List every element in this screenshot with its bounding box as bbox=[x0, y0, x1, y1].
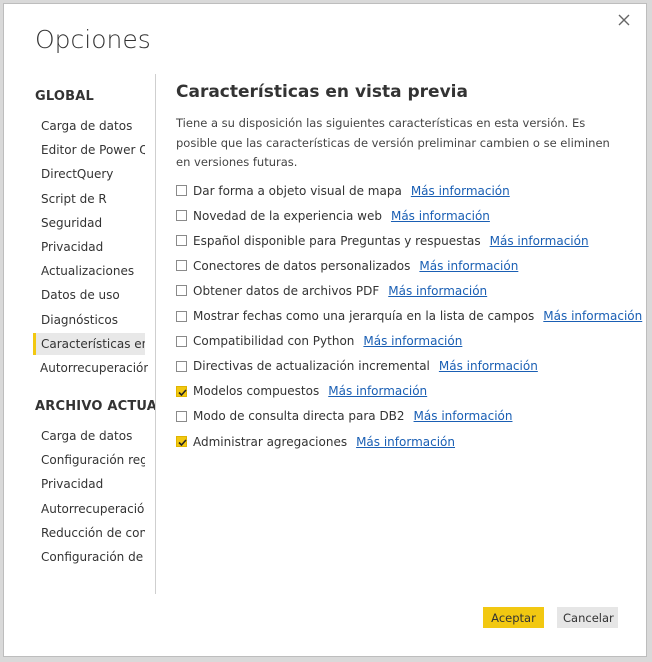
checkbox[interactable] bbox=[176, 210, 187, 222]
sidebar-item-global[interactable]: Script de R bbox=[33, 188, 145, 210]
feature-option: Modelos compuestos Más información bbox=[176, 382, 427, 400]
sidebar-item-current-file[interactable]: Reducción de consultas bbox=[33, 522, 145, 544]
feature-label: Modelos compuestos bbox=[193, 384, 320, 399]
more-info-link[interactable]: Más información bbox=[356, 435, 455, 449]
sidebar-item-global[interactable]: Carga de datos bbox=[33, 115, 145, 137]
feature-option: Obtener datos de archivos PDF Más informa… bbox=[176, 282, 487, 300]
feature-label: Dar forma a objeto visual de mapa bbox=[193, 183, 402, 198]
feature-option: Mostrar fechas como una jerarquía en la … bbox=[176, 307, 642, 325]
checkbox[interactable] bbox=[176, 185, 187, 196]
feature-option: Dar forma a objeto visual de mapa Más inf… bbox=[176, 182, 510, 200]
checkbox-checked[interactable] bbox=[176, 385, 187, 397]
sidebar-item-current-file[interactable]: Autorrecuperación bbox=[33, 498, 145, 520]
feature-option: Directivas de actualización incremental M… bbox=[176, 357, 538, 375]
more-info-link[interactable]: Más información bbox=[543, 309, 642, 323]
more-info-link[interactable]: Más información bbox=[411, 184, 510, 198]
sidebar-item-global[interactable]: Editor de Power Query bbox=[33, 139, 145, 161]
cancel-button[interactable]: Cancelar bbox=[557, 607, 618, 628]
sidebar-item-current-file[interactable]: Carga de datos bbox=[33, 425, 145, 447]
sidebar: GLOBAL Carga de datosEditor de Power Que… bbox=[4, 74, 156, 594]
more-info-link[interactable]: Más información bbox=[388, 284, 487, 298]
sidebar-item-current-file[interactable]: Privacidad bbox=[33, 473, 145, 495]
sidebar-item-global[interactable]: Diagnósticos bbox=[33, 309, 145, 331]
sidebar-item-current-file[interactable]: Configuración regional bbox=[33, 449, 145, 471]
sidebar-item-global[interactable]: DirectQuery bbox=[33, 163, 145, 185]
checkbox-checked[interactable] bbox=[176, 436, 187, 447]
sidebar-item-global[interactable]: Autorrecuperación bbox=[33, 357, 148, 379]
feature-label: Administrar agregaciones bbox=[193, 434, 348, 449]
checkbox[interactable] bbox=[176, 410, 187, 422]
options-dialog: Opciones GLOBAL Carga de datos Editor de … bbox=[3, 3, 647, 657]
more-info-link[interactable]: Más información bbox=[414, 409, 513, 423]
feature-option: Administrar agregaciones Más información bbox=[176, 433, 455, 451]
sidebar-item-global[interactable]: Características en vista previa bbox=[33, 332, 145, 355]
sidebar-item-global[interactable]: Seguridad bbox=[33, 212, 145, 234]
feature-label: Mostrar fechas como una jerarquía en la … bbox=[193, 309, 535, 323]
feature-label: Modo de consulta directa para DB2 bbox=[193, 409, 405, 424]
more-info-link[interactable]: Más información bbox=[363, 334, 462, 348]
checkbox[interactable] bbox=[176, 260, 187, 272]
sidebar-section-global: GLOBAL bbox=[35, 89, 94, 104]
sidebar-item-current-file[interactable]: Configuración de informe bbox=[33, 546, 145, 568]
checkbox[interactable] bbox=[176, 335, 187, 347]
section-title: Características en vista previa bbox=[176, 82, 468, 102]
feature-label: Conectores de datos personalizados bbox=[193, 258, 411, 273]
feature-label: Directivas de actualización incremental bbox=[193, 359, 430, 374]
sidebar-item-global[interactable]: Actualizaciones bbox=[33, 260, 145, 282]
more-info-link[interactable]: Más información bbox=[439, 359, 538, 373]
feature-option: Conectores de datos personalizados Más in… bbox=[176, 257, 518, 275]
checkbox[interactable] bbox=[176, 235, 187, 247]
preview-features-panel: Características en vista previa Tiene a … bbox=[176, 82, 642, 449]
ok-button[interactable]: Aceptar bbox=[483, 607, 544, 628]
feature-option: Compatibilidad con Python Más información bbox=[176, 332, 462, 350]
checkbox[interactable] bbox=[176, 285, 187, 297]
more-info-link[interactable]: Más información bbox=[419, 259, 518, 273]
sidebar-item-global[interactable]: Privacidad bbox=[33, 236, 145, 258]
section-description: Tiene a su disposición las siguientes ca… bbox=[176, 116, 610, 169]
feature-label: Obtener datos de archivos PDF bbox=[193, 283, 380, 298]
feature-label: Novedad de la experiencia web bbox=[193, 208, 382, 223]
more-info-link[interactable]: Más información bbox=[490, 234, 589, 248]
more-info-link[interactable]: Más información bbox=[391, 209, 490, 223]
close-icon[interactable] bbox=[616, 12, 632, 28]
checkbox[interactable] bbox=[176, 310, 187, 322]
sidebar-item-global[interactable]: Datos de uso bbox=[33, 284, 145, 306]
dialog-title: Opciones bbox=[35, 25, 151, 54]
sidebar-section-current-file: ARCHIVO ACTUAL bbox=[35, 399, 156, 414]
checkbox[interactable] bbox=[176, 360, 187, 372]
feature-label: Español disponible para Preguntas y resp… bbox=[193, 233, 481, 248]
more-info-link[interactable]: Más información bbox=[328, 384, 427, 398]
feature-option: Modo de consulta directa para DB2 Más inf… bbox=[176, 407, 512, 425]
feature-option: Español disponible para Preguntas y resp… bbox=[176, 232, 589, 250]
feature-label: Compatibilidad con Python bbox=[193, 334, 355, 349]
feature-option: Novedad de la experiencia web Más informa… bbox=[176, 207, 490, 225]
